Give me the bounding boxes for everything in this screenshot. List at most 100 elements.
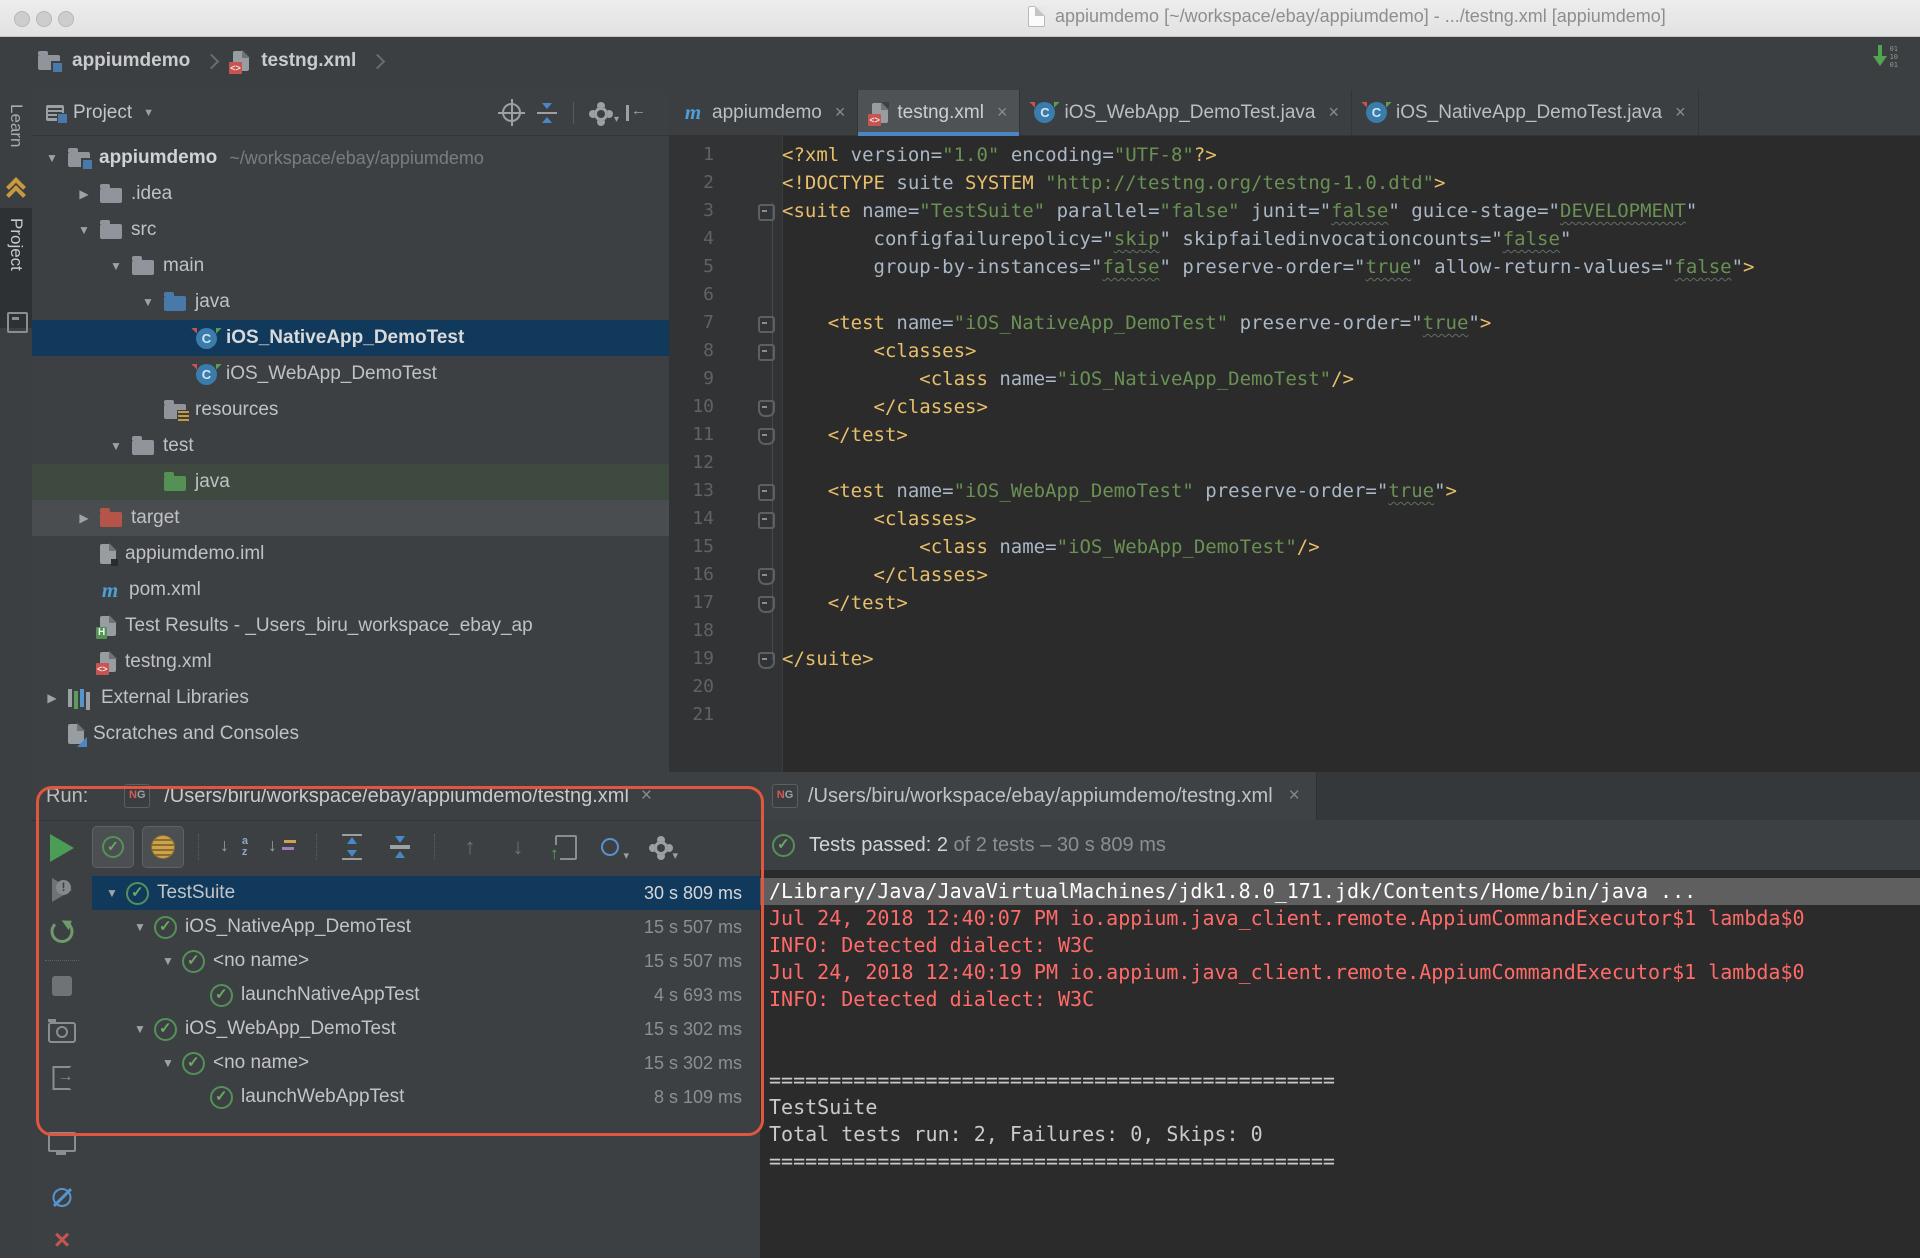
project-tree-item[interactable]: ▶External Libraries: [32, 680, 669, 716]
code-editor[interactable]: 1<?xml version="1.0" encoding="UTF-8"?>2…: [669, 141, 1920, 729]
console-tab[interactable]: /Users/biru/workspace/ebay/appiumdemo/te…: [760, 772, 1317, 820]
sort-alphabetically-button[interactable]: [214, 827, 254, 867]
thread-dump-icon[interactable]: [48, 1022, 76, 1043]
tree-expanded-arrow-icon[interactable]: ▼: [36, 151, 68, 165]
close-icon[interactable]: ×: [835, 102, 846, 123]
previous-failed-button[interactable]: [450, 827, 490, 867]
settings-button[interactable]: [642, 827, 682, 867]
close-icon[interactable]: ×: [54, 1228, 70, 1252]
next-failed-button[interactable]: [498, 827, 538, 867]
inspection-indicator[interactable]: 01 10 01: [1873, 45, 1898, 69]
fold-marker-icon[interactable]: [758, 316, 775, 333]
project-tree-item[interactable]: ▼java: [32, 284, 669, 320]
project-tree-item[interactable]: CiOS_WebApp_DemoTest: [32, 356, 669, 392]
run-configuration-path[interactable]: /Users/biru/workspace/ebay/appiumdemo/te…: [164, 785, 629, 808]
project-tree-item[interactable]: ▼test: [32, 428, 669, 464]
locate-file-icon[interactable]: [502, 103, 521, 122]
monitor-icon[interactable]: [48, 1132, 76, 1152]
fold-marker-icon[interactable]: [758, 596, 775, 613]
fold-marker-icon[interactable]: [758, 428, 775, 445]
window-minimize-button[interactable]: [36, 11, 52, 27]
close-icon[interactable]: ×: [1675, 102, 1686, 123]
sort-by-duration-button[interactable]: [262, 827, 302, 867]
test-history-button[interactable]: [594, 827, 634, 867]
tree-expanded-arrow-icon[interactable]: ▼: [154, 1056, 182, 1070]
rank-chevrons-icon[interactable]: [5, 178, 27, 200]
exit-icon[interactable]: [53, 1066, 72, 1090]
breadcrumb: appiumdemo testng.xml: [38, 50, 387, 72]
editor-tab[interactable]: mappiumdemo×: [669, 90, 858, 135]
fold-marker-icon[interactable]: [758, 204, 775, 221]
test-tree-item[interactable]: ▼<no name>15 s 507 ms: [92, 944, 760, 978]
project-tree-item[interactable]: testng.xml: [32, 644, 669, 680]
rerun-icon[interactable]: [50, 834, 74, 862]
test-tree-item[interactable]: ▼iOS_NativeApp_DemoTest15 s 507 ms: [92, 910, 760, 944]
show-ignored-button[interactable]: [142, 826, 184, 868]
tree-expanded-arrow-icon[interactable]: ▼: [100, 439, 132, 453]
close-icon[interactable]: ×: [1328, 102, 1339, 123]
editor-tab[interactable]: CiOS_WebApp_DemoTest.java×: [1020, 90, 1352, 135]
window-zoom-button[interactable]: [58, 11, 74, 27]
auto-test-icon[interactable]: [51, 920, 74, 943]
test-tree-item[interactable]: ▼TestSuite30 s 809 ms: [92, 876, 760, 910]
gear-icon[interactable]: [590, 103, 610, 123]
console-output[interactable]: /Library/Java/JavaVirtualMachines/jdk1.8…: [760, 878, 1920, 1258]
test-tree-item[interactable]: launchNativeAppTest4 s 693 ms: [92, 978, 760, 1012]
editor-tab-bar: mappiumdemo×testng.xml×CiOS_WebApp_DemoT…: [669, 90, 1920, 136]
close-icon[interactable]: ×: [641, 785, 652, 807]
collapse-all-button[interactable]: [380, 827, 420, 867]
show-passed-button[interactable]: [92, 826, 134, 868]
project-tree-item[interactable]: ▼src: [32, 212, 669, 248]
tree-expanded-arrow-icon[interactable]: ▼: [126, 920, 154, 934]
collapse-all-icon[interactable]: [537, 103, 557, 123]
breadcrumb-project[interactable]: appiumdemo: [72, 50, 190, 72]
tree-expanded-arrow-icon[interactable]: ▼: [100, 259, 132, 273]
project-tree-item[interactable]: resources: [32, 392, 669, 428]
expand-all-button[interactable]: [332, 827, 372, 867]
project-view-selector[interactable]: Project ▼: [32, 102, 154, 124]
fold-marker-icon[interactable]: [758, 344, 775, 361]
fold-marker-icon[interactable]: [758, 652, 775, 669]
project-tree-item[interactable]: Scratches and Consoles: [32, 716, 669, 752]
close-icon[interactable]: ×: [997, 102, 1008, 123]
tree-expanded-arrow-icon[interactable]: ▼: [98, 886, 126, 900]
fold-marker-icon[interactable]: [758, 568, 775, 585]
project-tree-item[interactable]: ▶target: [32, 500, 669, 536]
tree-collapsed-arrow-icon[interactable]: ▶: [68, 511, 100, 525]
tree-expanded-arrow-icon[interactable]: ▼: [126, 1022, 154, 1036]
fold-marker-icon[interactable]: [758, 484, 775, 501]
tool-stripe-icon[interactable]: [7, 312, 28, 333]
tree-collapsed-arrow-icon[interactable]: ▶: [68, 187, 100, 201]
hide-panel-icon[interactable]: [626, 105, 647, 121]
editor-tab[interactable]: CiOS_NativeApp_DemoTest.java×: [1352, 90, 1699, 135]
project-tree-item[interactable]: ▼appiumdemo~/workspace/ebay/appiumdemo: [32, 140, 669, 176]
project-tree-item[interactable]: appiumdemo.iml: [32, 536, 669, 572]
editor-tab[interactable]: testng.xml×: [858, 90, 1020, 135]
project-tree-item[interactable]: java: [32, 464, 669, 500]
project-tree-item[interactable]: ▼main: [32, 248, 669, 284]
tree-expanded-arrow-icon[interactable]: ▼: [68, 223, 100, 237]
project-tree-item[interactable]: CiOS_NativeApp_DemoTest: [32, 320, 669, 356]
test-tree-item[interactable]: launchWebAppTest8 s 109 ms: [92, 1080, 760, 1114]
fold-marker-icon[interactable]: [758, 400, 775, 417]
tree-collapsed-arrow-icon[interactable]: ▶: [36, 691, 68, 705]
code-line: 2<!DOCTYPE suite SYSTEM "http://testng.o…: [669, 169, 1920, 197]
tool-stripe-project[interactable]: Project: [0, 208, 32, 328]
rerun-failed-icon[interactable]: [52, 878, 72, 902]
stop-icon[interactable]: [52, 976, 72, 996]
window-close-button[interactable]: [14, 11, 30, 27]
test-tree-item[interactable]: ▼iOS_WebApp_DemoTest15 s 302 ms: [92, 1012, 760, 1046]
project-tree-item[interactable]: Test Results - _Users_biru_workspace_eba…: [32, 608, 669, 644]
project-tree-item[interactable]: mpom.xml: [32, 572, 669, 608]
tree-expanded-arrow-icon[interactable]: ▼: [154, 954, 182, 968]
test-tree-item[interactable]: ▼<no name>15 s 302 ms: [92, 1046, 760, 1080]
plug-icon[interactable]: [53, 1188, 72, 1207]
line-number: 18: [669, 617, 714, 645]
fold-marker-icon[interactable]: [758, 512, 775, 529]
import-results-button[interactable]: [546, 827, 586, 867]
tool-stripe-learn[interactable]: Learn: [6, 104, 26, 147]
breadcrumb-file[interactable]: testng.xml: [261, 50, 356, 72]
project-tree-item[interactable]: ▶.idea: [32, 176, 669, 212]
tree-expanded-arrow-icon[interactable]: ▼: [132, 295, 164, 309]
close-icon[interactable]: ×: [1289, 785, 1300, 807]
